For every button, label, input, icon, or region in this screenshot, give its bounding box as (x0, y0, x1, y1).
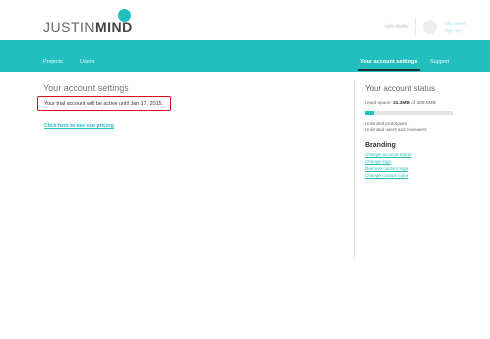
avatar[interactable] (423, 20, 438, 34)
logo-text-light: JUSTIN (43, 19, 95, 35)
user-line-2[interactable]: Sign out (444, 28, 466, 33)
pricing-link[interactable]: Click here to see our pricing (44, 123, 114, 129)
change-custom-color-link[interactable]: Change custom color (365, 173, 408, 178)
remove-custom-logo-link[interactable]: Remove custom logo (365, 166, 408, 171)
branding-title: Branding (365, 142, 396, 149)
used-space-value: 31.3MB (393, 101, 410, 106)
logo-dot-icon (118, 9, 131, 22)
top-header: JUSTINMIND wilb-studio wilb-owner Sign o… (0, 0, 490, 40)
trial-status-text: Your trial account will be active until … (44, 101, 164, 107)
used-space-suffix: of 300.0MB (409, 101, 436, 106)
user-line-1: wilb-owner (444, 21, 466, 26)
account-status-title: Your account status (365, 84, 435, 93)
used-space-prefix: Used space: (365, 101, 393, 106)
nav-users[interactable]: Users (80, 59, 94, 65)
header-divider (415, 18, 417, 36)
storage-progress-fill (365, 111, 375, 115)
sidebar-divider (354, 80, 355, 260)
justinmind-logo[interactable]: JUSTINMIND (43, 19, 133, 35)
page-title: Your account settings (43, 83, 129, 93)
user-name-blurred: wilb-studio (384, 24, 409, 30)
prototypes-limit-text: Unlimited prototypes (365, 121, 407, 126)
nav-account-settings[interactable]: Your account settings (360, 59, 417, 65)
user-info: wilb-owner Sign out (444, 21, 466, 33)
nav-support[interactable]: Support (430, 59, 449, 65)
nav-projects[interactable]: Projects (43, 59, 63, 65)
storage-progress-bar (365, 111, 453, 115)
main-nav: Projects Users Your account settings Sup… (0, 40, 490, 72)
change-account-name-link[interactable]: Change account name (365, 152, 411, 157)
user-menu[interactable]: wilb-studio wilb-owner Sign out (385, 18, 466, 36)
active-tab-underline (358, 69, 420, 71)
change-logo-link[interactable]: Change logo (365, 159, 391, 164)
used-space-text: Used space: 31.3MB of 300.0MB (365, 101, 436, 106)
users-limit-text: Unlimited users and reviewers (365, 127, 427, 132)
